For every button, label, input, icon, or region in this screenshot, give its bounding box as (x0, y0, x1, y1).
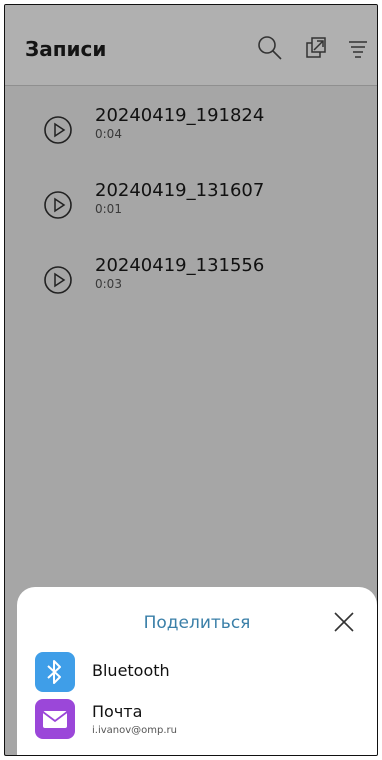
share-option-label: Почта (92, 702, 143, 721)
mail-icon (35, 699, 75, 739)
recording-duration: 0:03 (95, 277, 122, 291)
recording-name: 20240419_131556 (95, 255, 265, 276)
share-sheet-title: Поделиться (143, 613, 251, 633)
play-icon[interactable] (43, 265, 73, 295)
filter-icon[interactable] (343, 33, 373, 63)
recording-item[interactable]: 20240419_131556 0:03 (43, 255, 343, 311)
share-icon[interactable] (302, 33, 332, 63)
share-option-bluetooth[interactable]: Bluetooth (35, 652, 355, 692)
share-option-label: Bluetooth (92, 661, 170, 680)
recording-name: 20240419_131607 (95, 180, 265, 201)
share-sheet: Поделиться Bluetooth Почта i.ivanov@omp.… (17, 587, 377, 755)
recording-item[interactable]: 20240419_131607 0:01 (43, 180, 343, 236)
recording-item[interactable]: 20240419_191824 0:04 (43, 105, 343, 161)
page-title: Записи (25, 37, 107, 61)
recording-duration: 0:01 (95, 202, 122, 216)
bluetooth-icon (35, 652, 75, 692)
app-window: Записи 20240419_191824 0:04 20240419_131… (4, 4, 378, 756)
play-icon[interactable] (43, 115, 73, 145)
top-bar: Записи (5, 5, 377, 86)
play-icon[interactable] (43, 190, 73, 220)
close-icon[interactable] (333, 611, 355, 633)
recording-name: 20240419_191824 (95, 105, 265, 126)
share-option-mail[interactable]: Почта i.ivanov@omp.ru (35, 699, 355, 739)
share-option-sublabel: i.ivanov@omp.ru (92, 725, 177, 736)
search-icon[interactable] (255, 33, 285, 63)
recording-duration: 0:04 (95, 127, 122, 141)
